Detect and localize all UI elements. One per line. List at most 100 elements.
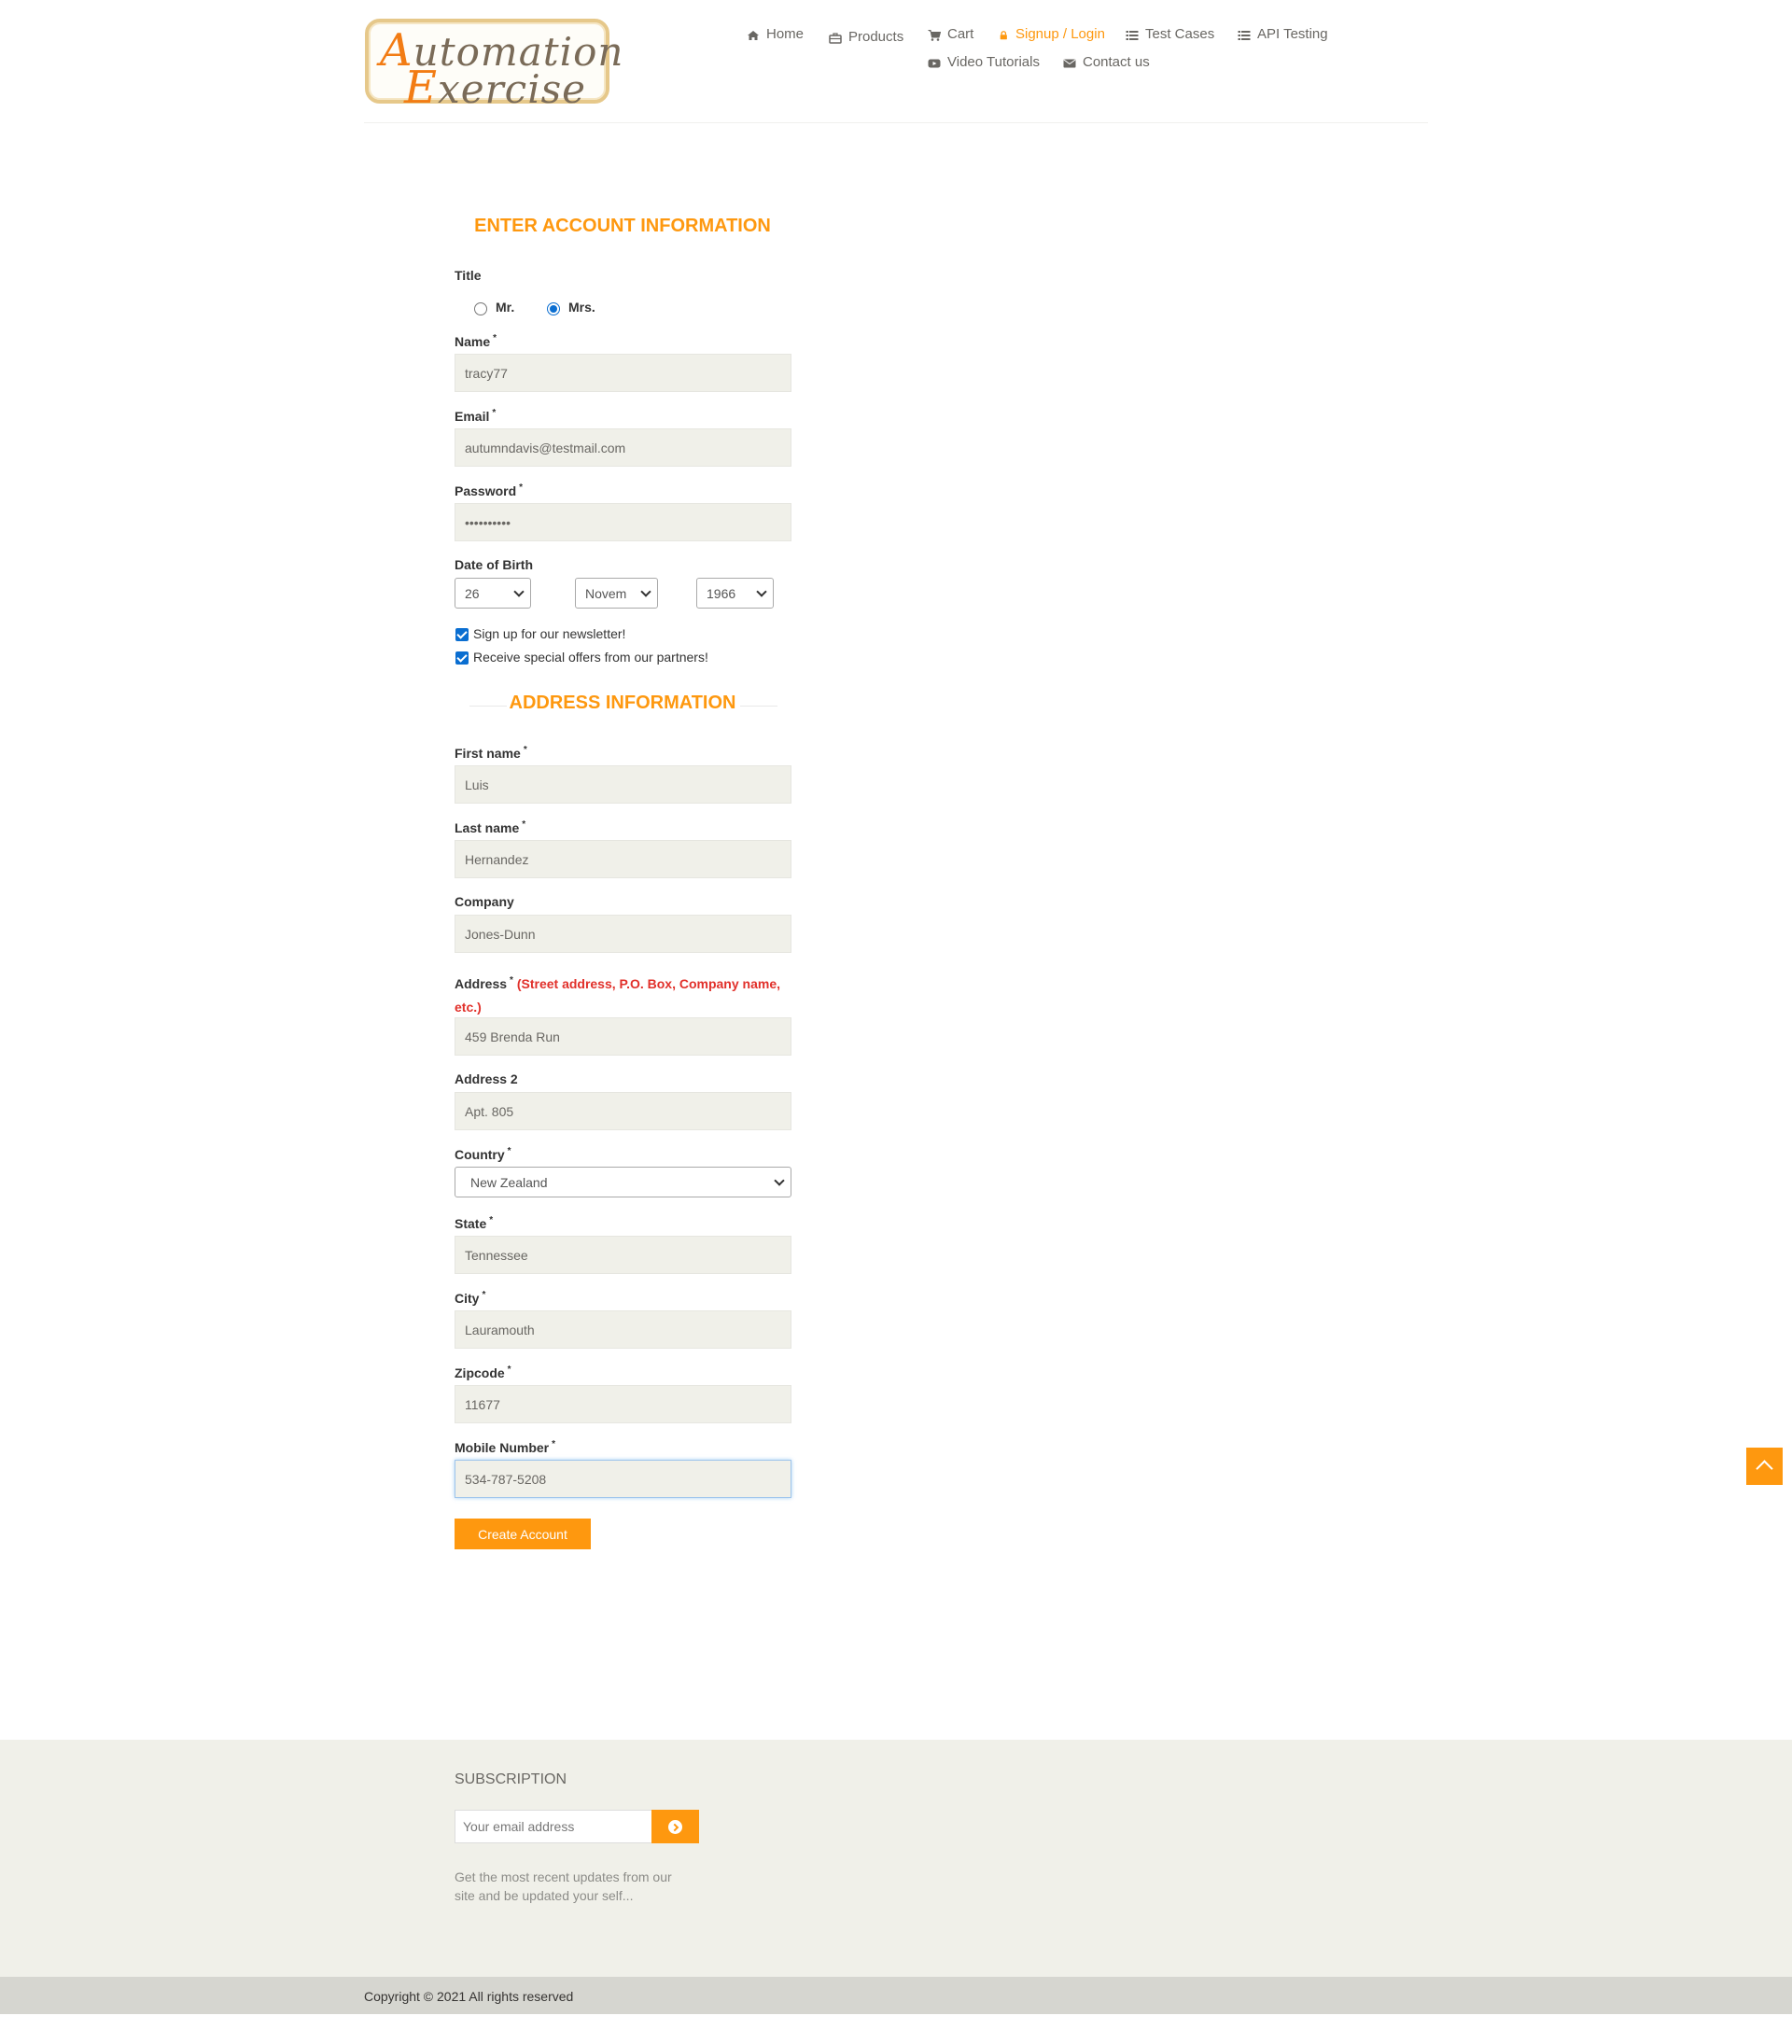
- newsletter-label[interactable]: Sign up for our newsletter!: [473, 626, 625, 641]
- nav-api-testing-label: API Testing: [1257, 26, 1328, 42]
- company-label: Company: [455, 894, 514, 909]
- required-mark: *: [510, 975, 513, 986]
- offers-label[interactable]: Receive special offers from our partners…: [473, 650, 708, 665]
- zipcode-label-text: Zipcode: [455, 1365, 505, 1380]
- nav-home-label: Home: [766, 26, 805, 42]
- city-input[interactable]: Lauramouth: [455, 1310, 791, 1349]
- briefcase-icon: [829, 32, 842, 44]
- newsletter-checkbox[interactable]: [455, 628, 469, 641]
- nav-signup-login-label: Signup / Login: [1015, 26, 1105, 42]
- account-info-heading: ENTER ACCOUNT INFORMATION: [474, 216, 771, 236]
- arrow-circle-right-icon: [668, 1820, 682, 1834]
- address-info-heading: ADDRESS INFORMATION: [509, 693, 736, 713]
- nav-home[interactable]: Home: [747, 26, 804, 42]
- nav-products[interactable]: Products: [829, 29, 903, 45]
- nav-video-tutorials-label: Video Tutorials: [947, 54, 1040, 70]
- address-input[interactable]: 459 Brenda Run: [455, 1017, 791, 1056]
- name-label: Name *: [455, 333, 497, 349]
- youtube-play-icon: [928, 59, 941, 67]
- address-label: Address * (Street address, P.O. Box, Comp…: [455, 969, 792, 1019]
- name-label-text: Name: [455, 334, 491, 349]
- footer-bottom-bar: [0, 1977, 1792, 2014]
- dob-label: Date of Birth: [455, 557, 533, 572]
- password-label: Password *: [455, 483, 523, 498]
- logo-text-line2: Exercise: [404, 62, 587, 114]
- first-name-input[interactable]: Luis: [455, 765, 791, 804]
- nav-contact-us[interactable]: Contact us: [1063, 54, 1150, 70]
- nav-products-label: Products: [848, 29, 904, 45]
- dob-day-select[interactable]: 26: [455, 578, 531, 609]
- country-value: New Zealand: [470, 1174, 548, 1190]
- nav-cart[interactable]: Cart: [928, 26, 973, 42]
- required-mark: *: [507, 1365, 511, 1375]
- nav-api-testing[interactable]: API Testing: [1238, 26, 1328, 42]
- country-label-text: Country: [455, 1147, 505, 1162]
- email-input[interactable]: autumndavis@testmail.com: [455, 428, 791, 467]
- copyright-text: Copyright © 2021 All rights reserved: [364, 1989, 574, 2004]
- title-mrs-radio[interactable]: [547, 302, 560, 315]
- state-input[interactable]: Tennessee: [455, 1236, 791, 1274]
- address-label-text: Address: [455, 976, 508, 991]
- title-mr-label[interactable]: Mr.: [496, 300, 514, 315]
- dob-day-value: 26: [465, 585, 480, 601]
- footer-widget: [0, 1740, 1792, 1977]
- mobile-input[interactable]: 534-787-5208: [455, 1460, 791, 1498]
- required-mark: *: [482, 1290, 486, 1300]
- header-divider: [364, 122, 1428, 123]
- password-label-text: Password: [455, 483, 517, 498]
- dob-year-select[interactable]: 1966: [696, 578, 774, 609]
- scroll-up-button[interactable]: [1746, 1448, 1783, 1485]
- title-mr-radio[interactable]: [474, 302, 487, 315]
- heading-divider-right: [740, 706, 777, 707]
- zipcode-label: Zipcode *: [455, 1365, 511, 1380]
- state-label: State *: [455, 1215, 493, 1231]
- title-label: Title: [455, 268, 482, 283]
- list-icon: [1238, 30, 1251, 40]
- nav-signup-login[interactable]: Signup / Login: [1000, 26, 1105, 42]
- site-logo[interactable]: Automation Exercise: [365, 19, 623, 114]
- address2-label: Address 2: [455, 1071, 518, 1086]
- subscribe-email-input[interactable]: Your email address: [455, 1810, 652, 1843]
- chevron-down-icon: [774, 1175, 785, 1186]
- dob-month-select[interactable]: Novem: [575, 578, 658, 609]
- required-mark: *: [522, 819, 526, 830]
- zipcode-input[interactable]: 11677: [455, 1385, 791, 1423]
- logo-rest2: xercise: [438, 66, 587, 112]
- chevron-down-icon: [756, 586, 767, 597]
- cart-icon: [928, 29, 941, 41]
- country-select[interactable]: New Zealand: [455, 1167, 791, 1197]
- country-label: Country *: [455, 1146, 511, 1162]
- home-icon: [748, 30, 759, 40]
- address2-input[interactable]: Apt. 805: [455, 1092, 791, 1130]
- site-header: Automation Exercise Home Products Cart S…: [0, 0, 1792, 125]
- subscription-note: Get the most recent updates from our sit…: [455, 1869, 672, 1903]
- chevron-down-icon: [640, 586, 651, 597]
- offers-checkbox[interactable]: [455, 651, 469, 665]
- first-name-label: First name *: [455, 745, 527, 761]
- company-input[interactable]: Jones-Dunn: [455, 915, 791, 953]
- password-input[interactable]: ••••••••••: [455, 503, 791, 541]
- name-input[interactable]: tracy77: [455, 354, 791, 392]
- required-mark: *: [552, 1439, 556, 1449]
- last-name-input[interactable]: Hernandez: [455, 840, 791, 878]
- create-account-button[interactable]: Create Account: [455, 1519, 591, 1549]
- required-mark: *: [507, 1146, 511, 1156]
- subscription-title: SUBSCRIPTION: [455, 1771, 567, 1787]
- nav-video-tutorials[interactable]: Video Tutorials: [928, 54, 1040, 70]
- nav-test-cases[interactable]: Test Cases: [1126, 26, 1214, 42]
- chevron-down-icon: [513, 586, 525, 597]
- lock-icon: [1000, 30, 1007, 39]
- subscribe-button[interactable]: [651, 1810, 699, 1843]
- email-label: Email *: [455, 408, 496, 424]
- required-mark: *: [493, 333, 497, 343]
- nav-test-cases-label: Test Cases: [1145, 26, 1215, 42]
- dob-year-value: 1966: [707, 585, 736, 601]
- required-mark: *: [519, 483, 524, 493]
- last-name-label-text: Last name: [455, 820, 520, 835]
- list-icon: [1126, 30, 1139, 40]
- state-label-text: State: [455, 1216, 487, 1231]
- last-name-label: Last name *: [455, 819, 525, 835]
- required-mark: *: [523, 745, 527, 755]
- mobile-label: Mobile Number *: [455, 1439, 555, 1455]
- title-mrs-label[interactable]: Mrs.: [568, 300, 595, 315]
